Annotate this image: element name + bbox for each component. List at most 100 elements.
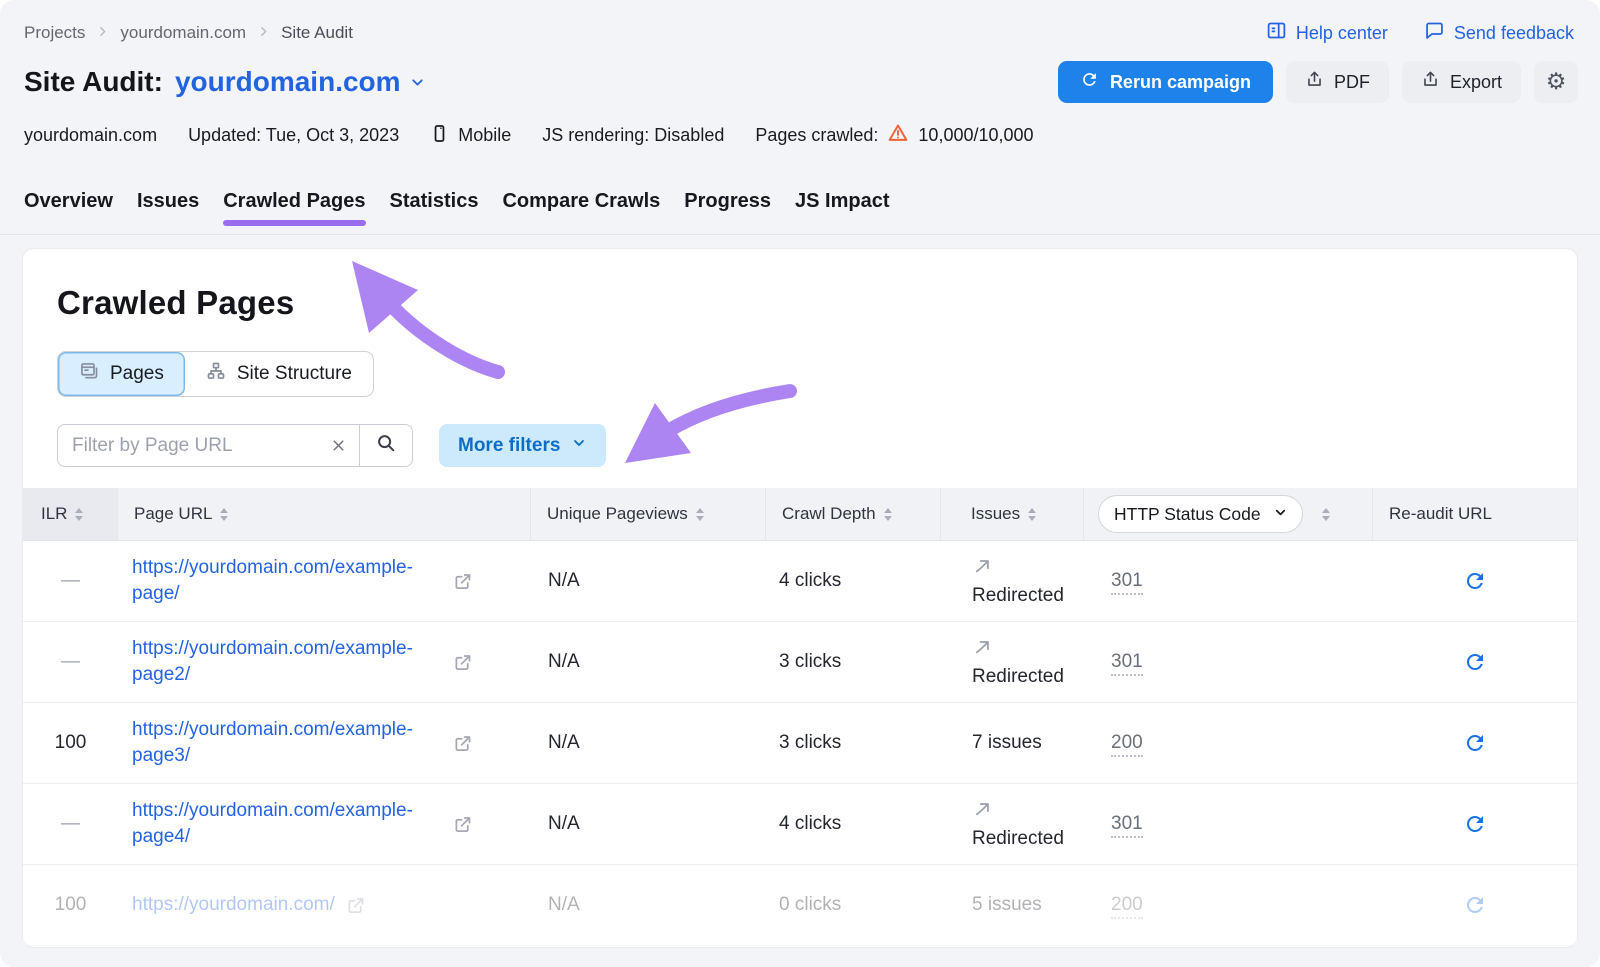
toggle-site-structure-label: Site Structure [237, 363, 352, 385]
page-url-link[interactable]: https://yourdomain.com/example-page4/ [132, 798, 442, 850]
external-link-icon[interactable] [452, 733, 473, 754]
sort-icon[interactable] [1322, 508, 1330, 521]
column-header-http-status: HTTP Status Code [1084, 488, 1373, 540]
filter-input[interactable] [58, 435, 324, 457]
send-feedback-link[interactable]: Send feedback [1424, 20, 1574, 46]
help-center-link[interactable]: Help center [1266, 20, 1388, 46]
more-filters-label: More filters [458, 435, 560, 457]
column-label: Crawl Depth [782, 504, 876, 524]
column-header-issues[interactable]: Issues [941, 488, 1084, 540]
tab-issues[interactable]: Issues [137, 190, 199, 234]
table-row: 100 https://yourdomain.com/ N/A 0 clicks… [23, 865, 1577, 946]
pdf-button[interactable]: PDF [1286, 61, 1389, 103]
meta-bar: yourdomain.com Updated: Tue, Oct 3, 2023… [0, 103, 1600, 149]
external-link-icon[interactable] [452, 571, 473, 592]
more-filters-button[interactable]: More filters [439, 424, 606, 467]
table-header: ILR Page URL Unique Pageviews Crawl Dept… [23, 488, 1577, 541]
page-url-cell: https://yourdomain.com/example-page3/ [118, 717, 531, 769]
toggle-pages-label: Pages [110, 363, 164, 385]
pdf-label: PDF [1334, 72, 1370, 93]
http-status-link[interactable]: 301 [1111, 813, 1143, 838]
ilr-value: 100 [23, 894, 118, 916]
reaudit-cell [1373, 812, 1577, 836]
page-url-cell: https://yourdomain.com/example-page/ [118, 555, 531, 607]
tab-statistics[interactable]: Statistics [390, 190, 479, 234]
issues-value: 5 issues [972, 894, 1042, 915]
column-label: ILR [41, 504, 67, 524]
http-status-link[interactable]: 200 [1111, 732, 1143, 757]
crawl-depth-value: 4 clicks [766, 813, 941, 835]
chevron-down-icon [571, 435, 587, 457]
export-button[interactable]: Export [1402, 61, 1521, 103]
tab-overview[interactable]: Overview [24, 190, 113, 234]
meta-js-rendering: JS rendering: Disabled [542, 125, 724, 146]
reaudit-button[interactable] [1463, 812, 1487, 836]
page-url-link[interactable]: https://yourdomain.com/example-page/ [132, 555, 442, 607]
column-label: Page URL [134, 504, 212, 524]
breadcrumb-site-audit[interactable]: Site Audit [281, 23, 353, 43]
meta-pages-crawled: Pages crawled: 10,000/10,000 [755, 122, 1033, 149]
search-button[interactable] [359, 425, 412, 466]
status-cell: 200 [1084, 732, 1373, 754]
issues-cell: Redirected [941, 556, 1084, 607]
reaudit-button[interactable] [1463, 569, 1487, 593]
page-url-link[interactable]: https://yourdomain.com/ [132, 892, 335, 918]
external-link-icon[interactable] [345, 895, 366, 916]
sort-icon [1028, 508, 1036, 521]
send-feedback-label: Send feedback [1454, 23, 1574, 44]
unique-pageviews-value: N/A [531, 894, 766, 916]
crawled-pages-table: ILR Page URL Unique Pageviews Crawl Dept… [23, 488, 1577, 946]
meta-domain: yourdomain.com [24, 125, 157, 146]
page-url-link[interactable]: https://yourdomain.com/example-page3/ [132, 717, 442, 769]
top-bar: Projects yourdomain.com Site Audit Help … [0, 0, 1600, 46]
sort-icon [884, 508, 892, 521]
table-row: — https://yourdomain.com/example-page/ N… [23, 541, 1577, 622]
campaign-domain: yourdomain.com [175, 66, 401, 98]
toggle-pages[interactable]: Pages [58, 352, 185, 396]
column-header-crawl-depth[interactable]: Crawl Depth [766, 488, 941, 540]
chevron-down-icon [409, 66, 426, 98]
column-header-page-url[interactable]: Page URL [118, 488, 531, 540]
reaudit-button[interactable] [1463, 650, 1487, 674]
rerun-campaign-label: Rerun campaign [1110, 72, 1251, 93]
meta-updated: Updated: Tue, Oct 3, 2023 [188, 125, 399, 146]
toggle-site-structure[interactable]: Site Structure [185, 352, 373, 396]
rerun-campaign-button[interactable]: Rerun campaign [1058, 61, 1273, 103]
unique-pageviews-value: N/A [531, 732, 766, 754]
tab-compare-crawls[interactable]: Compare Crawls [502, 190, 660, 234]
http-status-link[interactable]: 301 [1111, 570, 1143, 595]
page-url-link[interactable]: https://yourdomain.com/example-page2/ [132, 636, 442, 688]
external-link-icon[interactable] [452, 652, 473, 673]
crawl-depth-value: 3 clicks [766, 651, 941, 673]
issues-cell: Redirected [941, 799, 1084, 850]
column-header-ilr[interactable]: ILR [23, 488, 118, 540]
breadcrumb-domain[interactable]: yourdomain.com [120, 23, 246, 43]
mobile-phone-icon [430, 124, 449, 148]
title-bar: Site Audit: yourdomain.com Rerun campaig… [0, 46, 1600, 103]
reaudit-cell [1373, 569, 1577, 593]
page-title: Site Audit: yourdomain.com [24, 66, 426, 98]
tab-js-impact[interactable]: JS Impact [795, 190, 889, 234]
export-label: Export [1450, 72, 1502, 93]
http-status-filter-select[interactable]: HTTP Status Code [1098, 495, 1303, 533]
search-icon [375, 432, 397, 459]
external-link-icon[interactable] [452, 814, 473, 835]
help-book-icon [1266, 20, 1287, 46]
http-status-link[interactable]: 301 [1111, 651, 1143, 676]
reaudit-button[interactable] [1463, 893, 1487, 917]
http-status-link[interactable]: 200 [1111, 894, 1143, 919]
crawl-depth-value: 4 clicks [766, 570, 941, 592]
table-row: 100 https://yourdomain.com/example-page3… [23, 703, 1577, 784]
sort-icon [75, 508, 83, 521]
tab-crawled-pages[interactable]: Crawled Pages [223, 190, 365, 234]
campaign-selector[interactable]: yourdomain.com [175, 66, 426, 98]
column-header-unique-pageviews[interactable]: Unique Pageviews [531, 488, 766, 540]
clear-icon[interactable] [324, 437, 359, 454]
column-label: Unique Pageviews [547, 504, 688, 524]
site-structure-icon [206, 361, 226, 387]
settings-button[interactable]: ⚙ [1534, 61, 1578, 103]
reaudit-button[interactable] [1463, 731, 1487, 755]
upload-icon [1421, 70, 1440, 94]
breadcrumb-projects[interactable]: Projects [24, 23, 85, 43]
tab-progress[interactable]: Progress [684, 190, 771, 234]
